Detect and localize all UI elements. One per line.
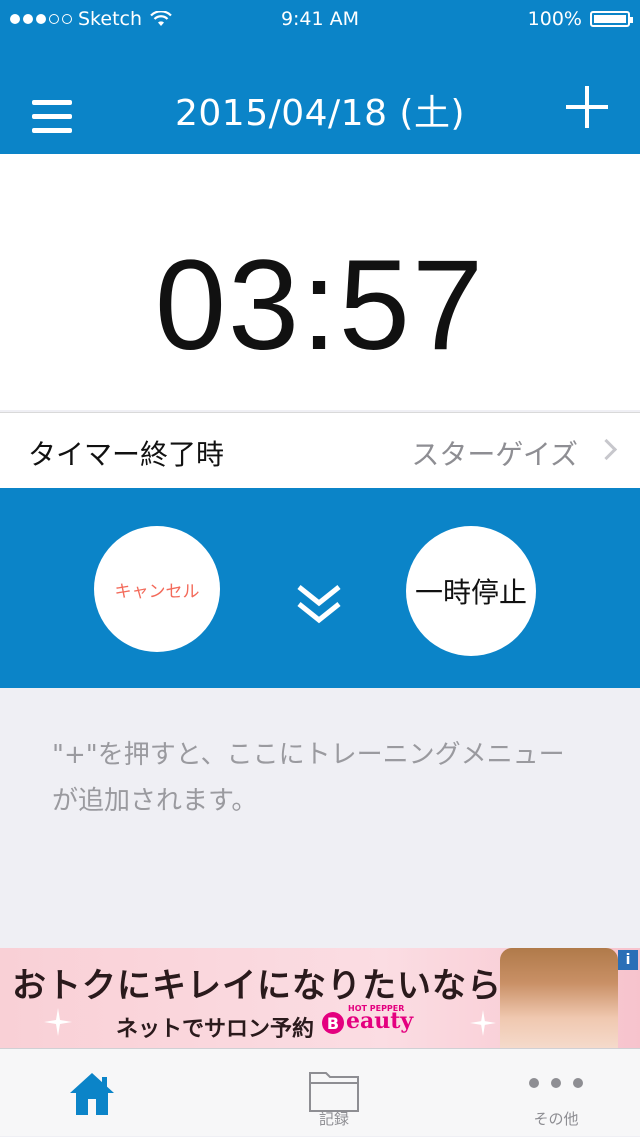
tab-home[interactable]	[32, 1049, 152, 1137]
ad-subline: ネットでサロン予約	[116, 1017, 315, 1042]
folder-icon	[309, 1072, 359, 1112]
timer-controls: キャンセル 一時停止	[0, 488, 640, 688]
nav-bar: 2015/04/18 (土)	[0, 40, 640, 154]
chevron-right-icon	[595, 438, 618, 461]
ad-headline: おトクにキレイになりたいなら♥	[12, 966, 534, 1006]
status-right: 100%	[527, 8, 633, 30]
battery-icon	[590, 11, 633, 27]
sparkle-icon	[44, 1008, 72, 1036]
tab-other[interactable]: その他	[496, 1049, 616, 1137]
tab-records-label: 記録	[318, 1110, 349, 1128]
sparkle-icon	[470, 1010, 496, 1036]
ad-info-icon[interactable]: i	[618, 950, 638, 970]
empty-hint: "+"を押すと、ここにトレーニングメニュー が追加されます。	[52, 732, 612, 824]
timer-end-setting-row[interactable]: タイマー終了時 スターゲイズ	[0, 412, 640, 488]
home-icon	[70, 1073, 114, 1115]
hint-line-2: が追加されます。	[52, 786, 258, 816]
pause-button[interactable]: 一時停止	[406, 526, 536, 656]
double-chevron-down-icon[interactable]	[296, 584, 342, 624]
more-icon	[529, 1078, 583, 1088]
cancel-button[interactable]: キャンセル	[94, 526, 220, 652]
ad-brand-small: HOT PEPPER	[348, 1004, 405, 1013]
timer-panel: 03:57	[0, 154, 640, 410]
plus-icon[interactable]	[566, 86, 608, 128]
page-title: 2015/04/18 (土)	[174, 93, 466, 134]
ad-banner[interactable]: おトクにキレイになりたいなら♥ ネットでサロン予約 B HOT PEPPER e…	[0, 948, 640, 1048]
tab-records[interactable]: 記録	[274, 1049, 394, 1137]
tab-other-label: その他	[533, 1110, 579, 1128]
ad-photo	[500, 948, 618, 1048]
timer-end-value: スターゲイズ	[411, 438, 578, 471]
timer-display: 03:57	[154, 234, 486, 377]
timer-end-label: タイマー終了時	[28, 438, 225, 471]
status-bar: Sketch 9:41 AM 100%	[0, 0, 640, 40]
ad-brand-logo: B HOT PEPPER eauty	[322, 1004, 413, 1034]
tab-bar: 記録 その他	[0, 1048, 640, 1136]
hint-line-1: "+"を押すと、ここにトレーニングメニュー	[52, 740, 565, 770]
battery-percent: 100%	[527, 8, 582, 30]
ad-brand-initial: B	[322, 1012, 344, 1034]
